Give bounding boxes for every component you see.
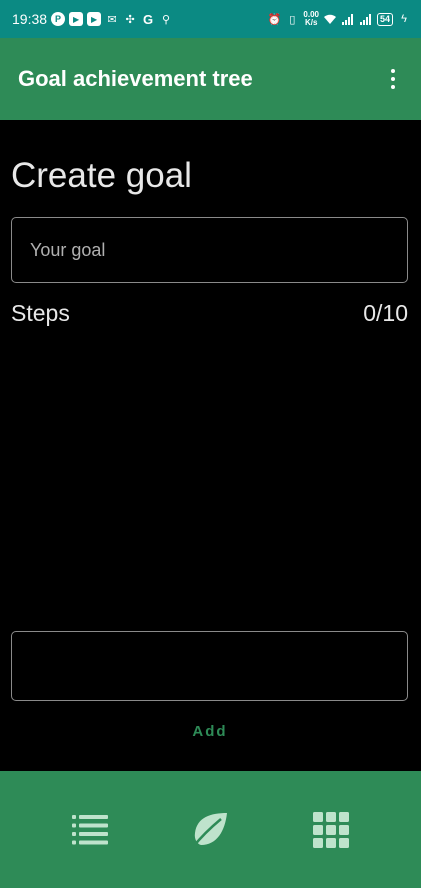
goal-input[interactable] (11, 217, 408, 283)
app-title: Goal achievement tree (18, 66, 253, 91)
pinwheel-icon: ✣ (125, 13, 135, 26)
network-speed: 0.00 K/s (303, 11, 319, 27)
add-button[interactable]: Add (170, 716, 250, 746)
notification-p-icon: P (51, 12, 66, 26)
leaf-icon (192, 812, 228, 848)
signal-icon (341, 12, 355, 26)
youtube-icon: ▶ (87, 12, 102, 26)
wifi-icon (323, 12, 337, 26)
alarm-icon: ⏰ (267, 13, 282, 26)
network-speed-unit: K/s (304, 18, 318, 27)
status-right: ⏰ ▯ 0.00 K/s 54 ϟ (267, 11, 411, 27)
app-bar: Goal achievement tree (0, 38, 421, 120)
page-title: Create goal (11, 156, 192, 195)
bottom-navigation (0, 771, 421, 888)
youtube-icon: ▶ (69, 12, 84, 26)
nav-tree-button[interactable] (180, 800, 240, 860)
grid-icon (312, 811, 349, 848)
usb-icon: ⚲ (162, 13, 171, 26)
vibrate-icon: ▯ (289, 13, 296, 26)
nav-list-button[interactable] (60, 800, 120, 860)
charging-icon: ϟ (401, 13, 407, 25)
status-time: 19:38 (12, 11, 48, 27)
gmail-icon: ✉ (107, 13, 117, 26)
status-bar: 19:38 P ▶ ▶ ✉ ✣ G ⚲ ⏰ ▯ 0.00 K/s 54 ϟ (0, 0, 421, 38)
more-vert-icon[interactable] (383, 64, 403, 94)
main-content: Create goal Steps 0/10 Add (0, 120, 421, 771)
steps-label: Steps (11, 300, 70, 326)
nav-grid-button[interactable] (301, 800, 361, 860)
list-icon (72, 814, 109, 844)
signal-icon (359, 12, 373, 26)
step-input[interactable] (11, 631, 408, 701)
battery-indicator: 54 (376, 12, 393, 26)
steps-count: 0/10 (363, 300, 408, 326)
status-left: 19:38 P ▶ ▶ ✉ ✣ G ⚲ (12, 11, 173, 27)
google-icon: G (142, 11, 154, 27)
